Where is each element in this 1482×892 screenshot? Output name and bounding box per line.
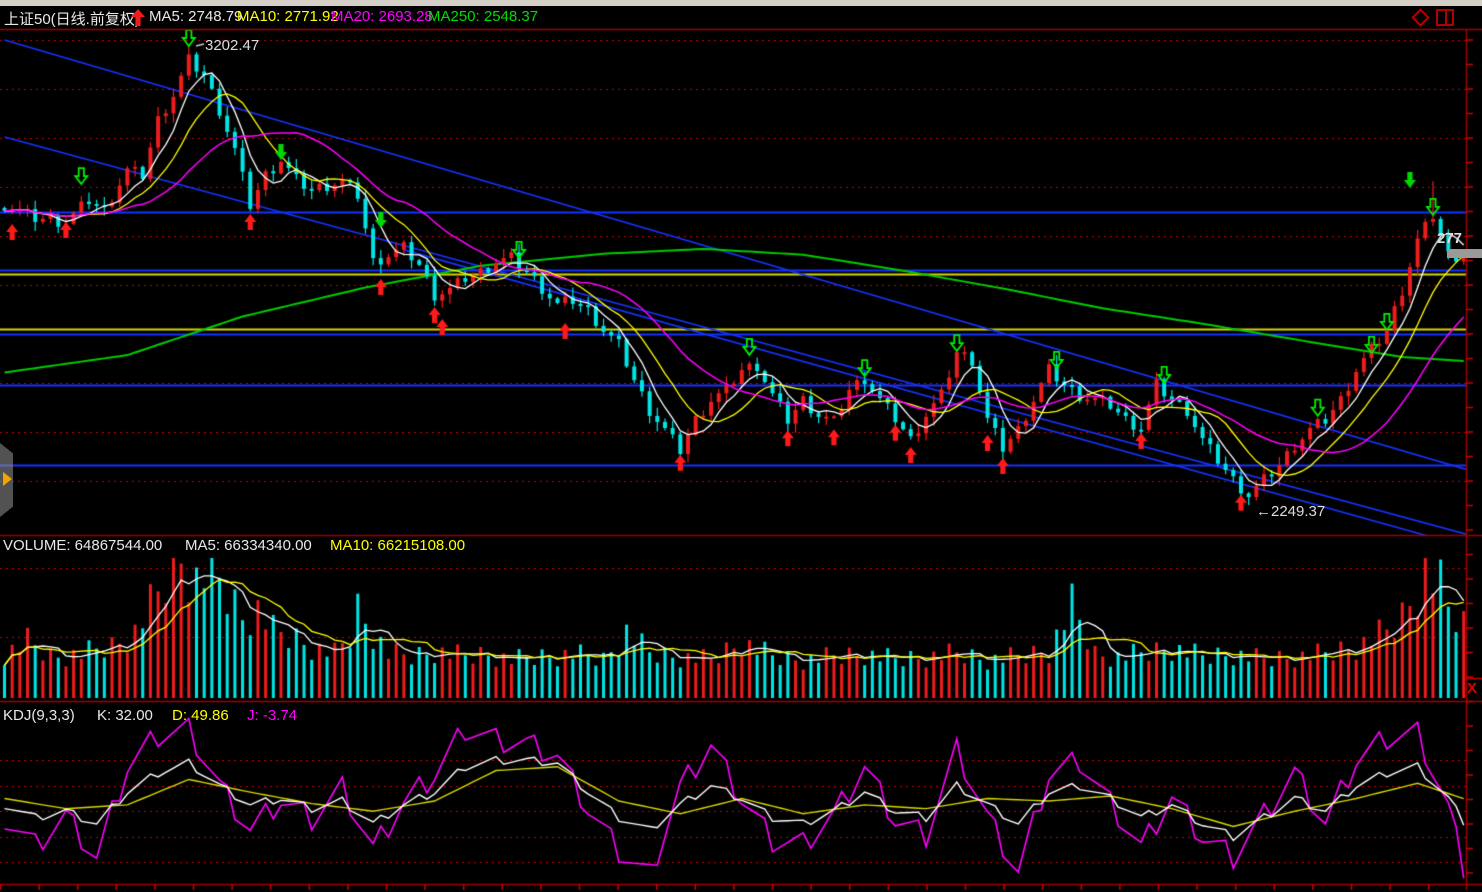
expand-right-arrow-icon (3, 472, 12, 486)
volume-ma10-value: MA10: 66215108.00 (330, 537, 465, 554)
close-pane-icon[interactable]: X (1467, 680, 1477, 697)
peak-price-label: 3202.47 (205, 37, 259, 54)
trend-up-arrow-icon (130, 9, 146, 26)
ma20-value: MA20: 2693.28 (331, 8, 433, 25)
window-top-edge (0, 0, 1482, 6)
split-window-icon-divider (1445, 11, 1450, 24)
ma5-value: MA5: 2748.79 (149, 8, 242, 25)
kdj-d-value: D: 49.86 (172, 707, 229, 724)
kdj-params-label: KDJ(9,3,3) (3, 707, 75, 724)
last-price-tag (1447, 249, 1482, 258)
symbol-title: 上证50(日线.前复权) (4, 8, 140, 29)
volume-ma5-value: MA5: 66334340.00 (185, 537, 312, 554)
split-window-icon[interactable] (1436, 9, 1454, 26)
volume-value: VOLUME: 64867544.00 (3, 537, 162, 554)
panel-expand-handle[interactable] (0, 443, 13, 517)
low-price-label: ←2249.37 (1256, 503, 1325, 520)
last-price-label: 277 (1437, 230, 1462, 247)
kdj-k-value: K: 32.00 (97, 707, 153, 724)
stock-chart-app: { "window": { "title": "上证50(日线.前复权)", "… (0, 0, 1482, 892)
kdj-j-value: J: -3.74 (247, 707, 297, 724)
ma10-value: MA10: 2771.92 (237, 8, 339, 25)
chart-canvas[interactable] (0, 0, 1482, 892)
ma250-value: MA250: 2548.37 (428, 8, 538, 25)
